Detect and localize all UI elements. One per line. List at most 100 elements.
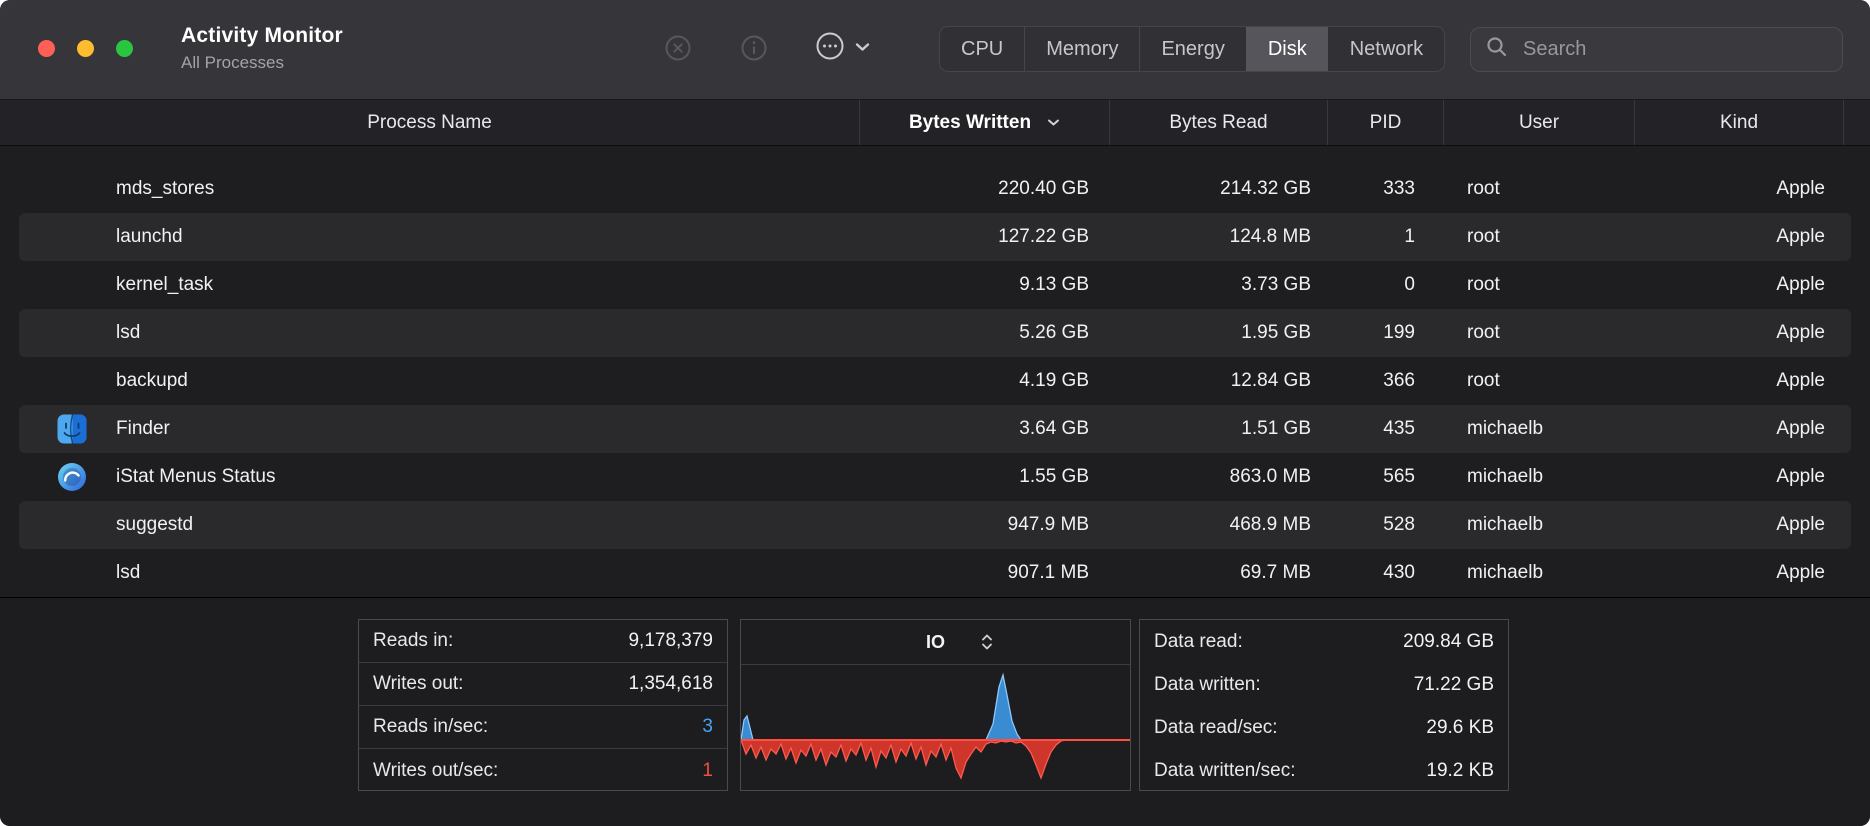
cell-kind: Apple bbox=[1634, 309, 1843, 357]
chevron-up-down-icon bbox=[980, 633, 994, 651]
tab-energy[interactable]: Energy bbox=[1139, 27, 1245, 71]
stat-label: Reads in/sec: bbox=[373, 716, 488, 738]
zoom-button[interactable] bbox=[116, 40, 133, 57]
io-history-graph bbox=[741, 665, 1130, 790]
cell-user: root bbox=[1443, 213, 1634, 261]
search-field[interactable] bbox=[1470, 27, 1843, 72]
chart-type-popup[interactable]: IO bbox=[741, 620, 1130, 665]
process-name: lsd bbox=[116, 322, 140, 344]
column-header-process-name[interactable]: Process Name bbox=[0, 100, 859, 145]
cell-pid: 0 bbox=[1327, 261, 1443, 309]
traffic-lights bbox=[38, 40, 133, 57]
search-icon bbox=[1485, 35, 1509, 64]
cell-user: root bbox=[1443, 261, 1634, 309]
cell-user: michaelb bbox=[1443, 549, 1634, 597]
column-header-bytes-read[interactable]: Bytes Read bbox=[1109, 100, 1327, 145]
cell-bytes-read: 1.51 GB bbox=[1109, 405, 1327, 453]
info-circle-icon bbox=[739, 33, 769, 63]
tab-network[interactable]: Network bbox=[1328, 27, 1444, 71]
table-row[interactable]: backupd 4.19 GB 12.84 GB 366 root Apple bbox=[0, 357, 1870, 405]
inspect-process-button[interactable] bbox=[734, 28, 774, 68]
cell-pid: 528 bbox=[1327, 501, 1443, 549]
process-name: launchd bbox=[116, 226, 183, 248]
titlebar: Activity Monitor All Processes bbox=[0, 0, 1870, 100]
cell-bytes-written: 220.40 GB bbox=[859, 165, 1109, 213]
stat-value: 29.6 KB bbox=[1426, 717, 1494, 739]
toolbar-buttons bbox=[658, 28, 870, 68]
table-row[interactable]: lsd 5.26 GB 1.95 GB 199 root Apple bbox=[0, 309, 1870, 357]
column-header-pid[interactable]: PID bbox=[1327, 100, 1443, 145]
column-header-user[interactable]: User bbox=[1443, 100, 1634, 145]
stat-label: Data written/sec: bbox=[1154, 760, 1296, 782]
column-header-bytes-written[interactable]: Bytes Written bbox=[859, 100, 1109, 145]
tab-memory[interactable]: Memory bbox=[1024, 27, 1139, 71]
cell-pid: 199 bbox=[1327, 309, 1443, 357]
window-subtitle: All Processes bbox=[181, 53, 343, 73]
tab-cpu[interactable]: CPU bbox=[940, 27, 1024, 71]
finder-app-icon bbox=[57, 414, 87, 444]
cell-pid: 435 bbox=[1327, 405, 1443, 453]
quit-process-button[interactable] bbox=[658, 28, 698, 68]
cell-user: michaelb bbox=[1443, 453, 1634, 501]
table-row[interactable]: iStat Menus Status 1.55 GB 863.0 MB 565 … bbox=[0, 453, 1870, 501]
cell-bytes-read: 3.73 GB bbox=[1109, 261, 1327, 309]
reads-area-series bbox=[741, 675, 1130, 740]
cell-bytes-read: 124.8 MB bbox=[1109, 213, 1327, 261]
process-icon-blank bbox=[57, 174, 87, 204]
process-icon-blank bbox=[57, 366, 87, 396]
cell-kind: Apple bbox=[1634, 501, 1843, 549]
stat-label: Data read: bbox=[1154, 631, 1243, 653]
search-input[interactable] bbox=[1521, 37, 1828, 62]
stat-row: Data written: 71.22 GB bbox=[1140, 663, 1508, 706]
writes-area-series bbox=[741, 740, 1130, 778]
cell-pid: 333 bbox=[1327, 165, 1443, 213]
cell-bytes-read: 214.32 GB bbox=[1109, 165, 1327, 213]
stat-label: Data read/sec: bbox=[1154, 717, 1278, 739]
io-stats-box: Reads in: 9,178,379 Writes out: 1,354,61… bbox=[358, 619, 728, 791]
window-title: Activity Monitor bbox=[181, 24, 343, 48]
more-options-button[interactable] bbox=[814, 30, 870, 67]
table-row[interactable]: suggestd 947.9 MB 468.9 MB 528 michaelb … bbox=[0, 501, 1870, 549]
cell-bytes-written: 907.1 MB bbox=[859, 549, 1109, 597]
process-icon-blank bbox=[57, 270, 87, 300]
cell-kind: Apple bbox=[1634, 165, 1843, 213]
close-button[interactable] bbox=[38, 40, 55, 57]
table-row[interactable]: launchd 127.22 GB 124.8 MB 1 root Apple bbox=[0, 213, 1870, 261]
istat-menus-app-icon bbox=[57, 462, 87, 492]
cell-bytes-read: 69.7 MB bbox=[1109, 549, 1327, 597]
table-row[interactable]: lsd 907.1 MB 69.7 MB 430 michaelb Apple bbox=[0, 549, 1870, 597]
cell-user: root bbox=[1443, 357, 1634, 405]
cell-user: michaelb bbox=[1443, 405, 1634, 453]
stat-value-reads-per-sec: 3 bbox=[702, 716, 713, 738]
stat-value-writes-per-sec: 1 bbox=[702, 760, 713, 782]
cell-user: michaelb bbox=[1443, 501, 1634, 549]
process-icon-blank bbox=[57, 222, 87, 252]
stat-value: 209.84 GB bbox=[1403, 631, 1494, 653]
stat-row: Data read/sec: 29.6 KB bbox=[1140, 706, 1508, 749]
table-row[interactable]: mds_stores 220.40 GB 214.32 GB 333 root … bbox=[0, 165, 1870, 213]
cell-user: root bbox=[1443, 309, 1634, 357]
stat-value: 19.2 KB bbox=[1426, 760, 1494, 782]
column-header-kind[interactable]: Kind bbox=[1634, 100, 1843, 145]
cell-bytes-read: 12.84 GB bbox=[1109, 357, 1327, 405]
cell-bytes-read: 863.0 MB bbox=[1109, 453, 1327, 501]
ellipsis-circle-icon bbox=[814, 30, 846, 67]
cell-bytes-written: 9.13 GB bbox=[859, 261, 1109, 309]
cell-bytes-read: 1.95 GB bbox=[1109, 309, 1327, 357]
tab-disk[interactable]: Disk bbox=[1246, 27, 1328, 71]
view-segmented-control: CPU Memory Energy Disk Network bbox=[939, 26, 1445, 72]
cell-kind: Apple bbox=[1634, 405, 1843, 453]
process-table: mds_stores 220.40 GB 214.32 GB 333 root … bbox=[0, 146, 1870, 597]
process-name: lsd bbox=[116, 562, 140, 584]
table-row[interactable]: Finder 3.64 GB 1.51 GB 435 michaelb Appl… bbox=[0, 405, 1870, 453]
disk-summary-panel: Reads in: 9,178,379 Writes out: 1,354,61… bbox=[0, 597, 1870, 826]
stat-label: Reads in: bbox=[373, 630, 453, 652]
sort-descending-icon bbox=[1047, 118, 1060, 127]
stat-value: 71.22 GB bbox=[1414, 674, 1494, 696]
process-name: iStat Menus Status bbox=[116, 466, 275, 488]
stat-label: Data written: bbox=[1154, 674, 1261, 696]
cell-bytes-written: 127.22 GB bbox=[859, 213, 1109, 261]
minimize-button[interactable] bbox=[77, 40, 94, 57]
stat-row: Writes out: 1,354,618 bbox=[359, 663, 727, 706]
table-row[interactable]: kernel_task 9.13 GB 3.73 GB 0 root Apple bbox=[0, 261, 1870, 309]
